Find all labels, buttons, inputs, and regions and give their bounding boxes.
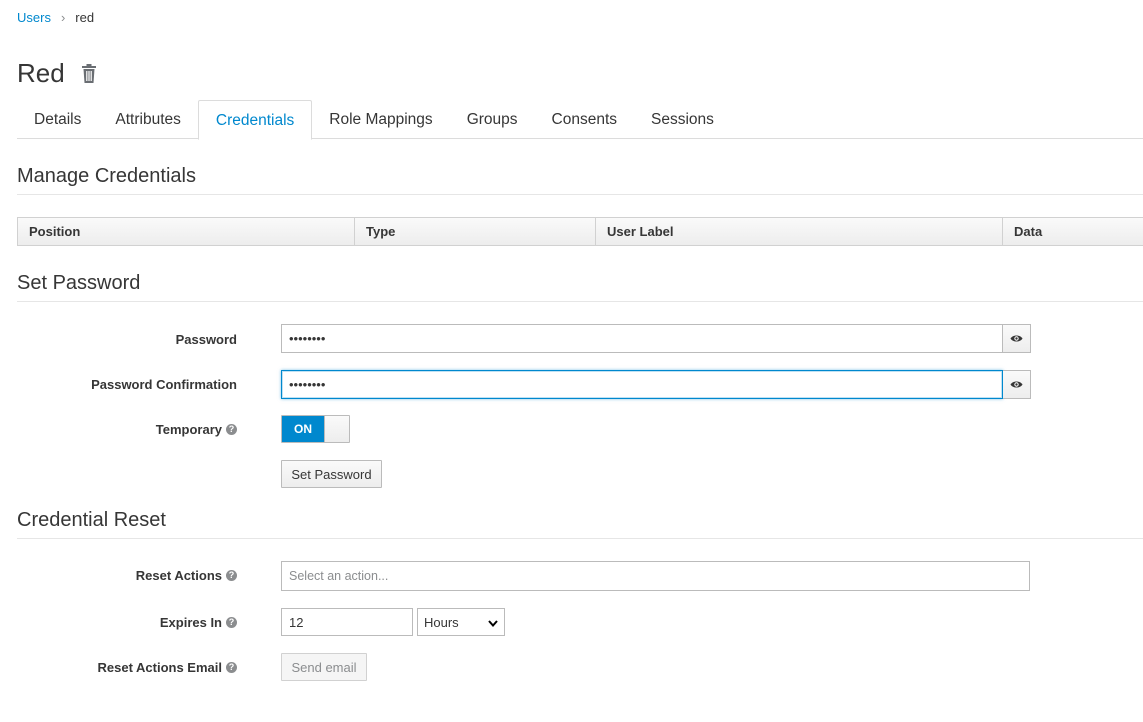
help-icon[interactable]: ? [226, 569, 237, 581]
reset-actions-email-label: Reset Actions Email ? [0, 659, 237, 675]
password-label: Password [0, 331, 237, 347]
column-position: Position [18, 218, 355, 245]
set-password-button[interactable]: Set Password [281, 460, 382, 488]
temporary-toggle[interactable]: ON [281, 415, 350, 443]
breadcrumb-separator: › [60, 10, 66, 25]
password-input[interactable]: •••••••• [281, 324, 1003, 353]
reset-actions-label: Reset Actions ? [0, 567, 237, 583]
tab-sessions[interactable]: Sessions [634, 100, 731, 139]
breadcrumb-current: red [75, 10, 95, 25]
reset-actions-select[interactable]: Select an action... [281, 561, 1030, 591]
reset-actions-email-label-text: Reset Actions Email [97, 659, 222, 675]
column-data: Data [1014, 224, 1043, 239]
expires-in-label-text: Expires In [159, 614, 222, 630]
help-icon[interactable]: ? [226, 616, 237, 628]
toggle-knob [324, 416, 349, 442]
password-value: •••••••• [289, 331, 326, 346]
expires-unit-select[interactable]: Hours [417, 608, 505, 636]
reset-actions-placeholder: Select an action... [289, 569, 389, 583]
eye-icon [1010, 376, 1023, 394]
temporary-label-text: Temporary [155, 421, 222, 437]
reset-actions-label-text: Reset Actions [135, 567, 222, 583]
column-type: Type [355, 218, 596, 245]
chevron-down-icon [488, 615, 498, 630]
breadcrumb-users-link[interactable]: Users [17, 10, 51, 25]
expires-in-label: Expires In ? [0, 614, 237, 630]
tab-groups[interactable]: Groups [450, 100, 535, 139]
tab-attributes[interactable]: Attributes [98, 100, 197, 139]
breadcrumb: Users › red [17, 10, 94, 25]
expires-in-value: 12 [289, 614, 304, 630]
password-confirmation-label-text: Password Confirmation [91, 376, 237, 392]
temporary-label: Temporary ? [0, 421, 237, 437]
tab-bar: Details Attributes Credentials Role Mapp… [17, 100, 1143, 140]
credentials-table-header: Position Type User Label Data [17, 217, 1143, 246]
page-title: Red [17, 58, 65, 88]
expires-unit-value: Hours [424, 614, 459, 630]
help-icon[interactable]: ? [226, 661, 237, 673]
tab-details[interactable]: Details [17, 100, 98, 139]
tab-role-mappings[interactable]: Role Mappings [312, 100, 449, 139]
tab-consents[interactable]: Consents [535, 100, 634, 139]
eye-icon [1010, 330, 1023, 348]
expires-in-input[interactable]: 12 [281, 608, 413, 636]
column-user-label: User Label [596, 218, 1003, 245]
password-confirmation-label: Password Confirmation [0, 376, 237, 392]
show-password-confirmation-toggle[interactable] [1003, 370, 1031, 399]
password-confirmation-value: •••••••• [289, 377, 326, 392]
page-title-row: Red [17, 58, 97, 89]
password-label-text: Password [175, 331, 237, 347]
show-password-toggle[interactable] [1003, 324, 1031, 353]
manage-credentials-heading: Manage Credentials [17, 165, 1143, 195]
password-confirmation-input[interactable]: •••••••• [281, 370, 1003, 399]
tab-credentials[interactable]: Credentials [197, 100, 313, 140]
set-password-heading: Set Password [17, 272, 1143, 302]
trash-icon[interactable] [81, 64, 97, 83]
help-icon[interactable]: ? [226, 423, 237, 435]
send-email-button[interactable]: Send email [281, 653, 367, 681]
temporary-toggle-state: ON [282, 416, 324, 442]
credential-reset-heading: Credential Reset [17, 509, 1143, 539]
